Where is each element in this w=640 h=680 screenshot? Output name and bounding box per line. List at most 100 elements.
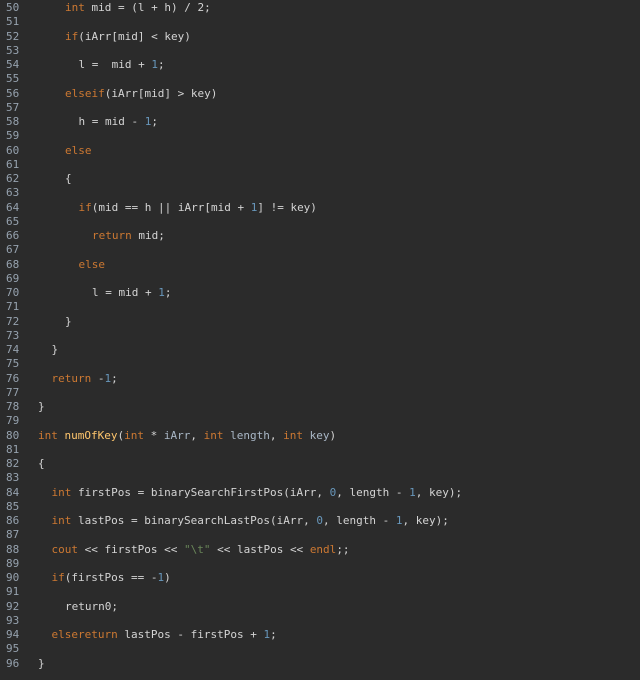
code-text: } xyxy=(38,657,45,671)
line-number: 80 xyxy=(6,428,20,442)
line-number: 56 xyxy=(6,86,20,100)
code-token: int xyxy=(124,428,144,442)
line-number: 87 xyxy=(6,528,20,542)
line-number: 76 xyxy=(6,371,20,385)
code-text: elseif(iArr[mid] > key) xyxy=(65,87,217,101)
code-token: else xyxy=(51,628,79,641)
line-number: 88 xyxy=(6,542,20,556)
code-text: int firstPos = binarySearchFirstPos(iArr… xyxy=(52,486,463,500)
code-text: return0; xyxy=(65,600,118,614)
line-number: 81 xyxy=(6,442,20,456)
code-token: ) xyxy=(329,428,337,442)
line-number: 70 xyxy=(6,286,20,299)
code-token: l = mid + xyxy=(78,58,152,71)
code-token: << firstPos << xyxy=(78,542,184,556)
code-token: else xyxy=(65,143,92,157)
code-token: (iArr[mid] > key) xyxy=(104,86,218,100)
code-token: else xyxy=(78,257,106,271)
code-token: ; xyxy=(111,371,118,385)
code-token: int xyxy=(38,428,58,442)
line-number: 66 xyxy=(6,229,20,242)
code-token: ] != key) xyxy=(257,200,317,214)
code-token: { xyxy=(65,172,72,185)
code-token: * xyxy=(143,428,164,442)
code-token: } xyxy=(38,400,45,413)
code-token: int xyxy=(51,514,72,527)
code-text: { xyxy=(65,172,72,186)
code-token: (mid == h || iArr[mid + xyxy=(91,200,251,214)
code-text: } xyxy=(38,400,45,414)
code-text: l = mid + 1; xyxy=(79,58,165,72)
line-number: 52 xyxy=(6,29,20,43)
code-token: if xyxy=(78,200,92,214)
line-number: 89 xyxy=(6,556,20,570)
code-text: if(iArr[mid] < key) xyxy=(65,30,191,44)
code-token: "\t" xyxy=(183,542,211,556)
code-token: int xyxy=(283,428,303,442)
code-text: } xyxy=(65,315,72,329)
line-number: 94 xyxy=(6,628,20,641)
line-number: 90 xyxy=(6,571,20,584)
code-token: endl xyxy=(309,542,337,556)
line-number: 62 xyxy=(6,172,20,185)
line-number: 72 xyxy=(6,314,20,328)
code-token: l = mid + xyxy=(92,286,159,299)
line-number: 58 xyxy=(6,115,20,128)
code-text: { xyxy=(38,457,45,471)
code-token: return0; xyxy=(65,599,118,613)
code-token: ; xyxy=(157,58,165,71)
code-token: (iArr[mid] < key) xyxy=(78,29,191,43)
line-number: 61 xyxy=(6,157,20,171)
code-token: ; xyxy=(151,115,158,128)
code-token: mid; xyxy=(131,229,165,242)
code-token: 1 xyxy=(395,514,403,527)
line-number: 86 xyxy=(6,514,20,527)
line-number: 95 xyxy=(6,642,20,656)
code-text: cout << firstPos << "\t" << lastPos << e… xyxy=(52,543,350,557)
code-text: return -1; xyxy=(52,372,118,386)
code-token: ; xyxy=(270,628,277,641)
code-token: int xyxy=(65,1,85,14)
code-token: firstPos = binarySearchFirstPos(iArr, xyxy=(71,485,330,499)
code-text: int numOfKey(int * iArr, int length, int… xyxy=(38,429,336,443)
code-token: 1 xyxy=(151,58,158,71)
code-editor[interactable]: 50 int mid = (l + h) / 2; 51 52 if(iArr[mid]… xyxy=(0,0,640,680)
code-text: } xyxy=(52,343,59,357)
line-number: 75 xyxy=(6,357,20,371)
code-token: ; xyxy=(164,286,172,299)
code-token: return xyxy=(92,229,132,242)
code-token: ) xyxy=(164,571,171,584)
code-text: if(mid == h || iArr[mid + 1] != key) xyxy=(79,201,317,215)
line-number: 55 xyxy=(6,72,20,86)
code-text: return mid; xyxy=(92,229,165,243)
code-token: } xyxy=(38,656,45,670)
line-number: 83 xyxy=(6,471,20,485)
code-token: - xyxy=(91,371,105,385)
code-token: , xyxy=(269,428,284,442)
line-number: 91 xyxy=(6,585,20,599)
line-number: 64 xyxy=(6,200,20,214)
line-number: 67 xyxy=(6,243,20,257)
code-token: key xyxy=(309,428,330,442)
code-token: , length - xyxy=(336,485,410,499)
code-token: return xyxy=(51,371,92,385)
line-number: 93 xyxy=(6,613,20,627)
line-number: 54 xyxy=(6,58,20,71)
code-token: lastPos - firstPos + xyxy=(117,628,264,641)
line-number: 74 xyxy=(6,343,20,356)
code-token: h = mid - xyxy=(78,115,145,128)
code-token: lastPos = binarySearchLastPos(iArr, xyxy=(71,514,317,527)
line-number: 63 xyxy=(6,186,20,200)
code-token: iArr xyxy=(163,428,191,442)
code-token: if xyxy=(91,86,105,100)
code-text: else xyxy=(79,258,106,272)
code-token: numOfKey xyxy=(64,428,118,442)
code-token: int xyxy=(51,485,72,499)
code-token: } xyxy=(65,314,72,328)
code-token: } xyxy=(51,343,59,356)
code-text: l = mid + 1; xyxy=(92,286,171,300)
line-number: 65 xyxy=(6,214,20,228)
code-token: , length - xyxy=(323,514,396,527)
line-number: 85 xyxy=(6,499,20,513)
